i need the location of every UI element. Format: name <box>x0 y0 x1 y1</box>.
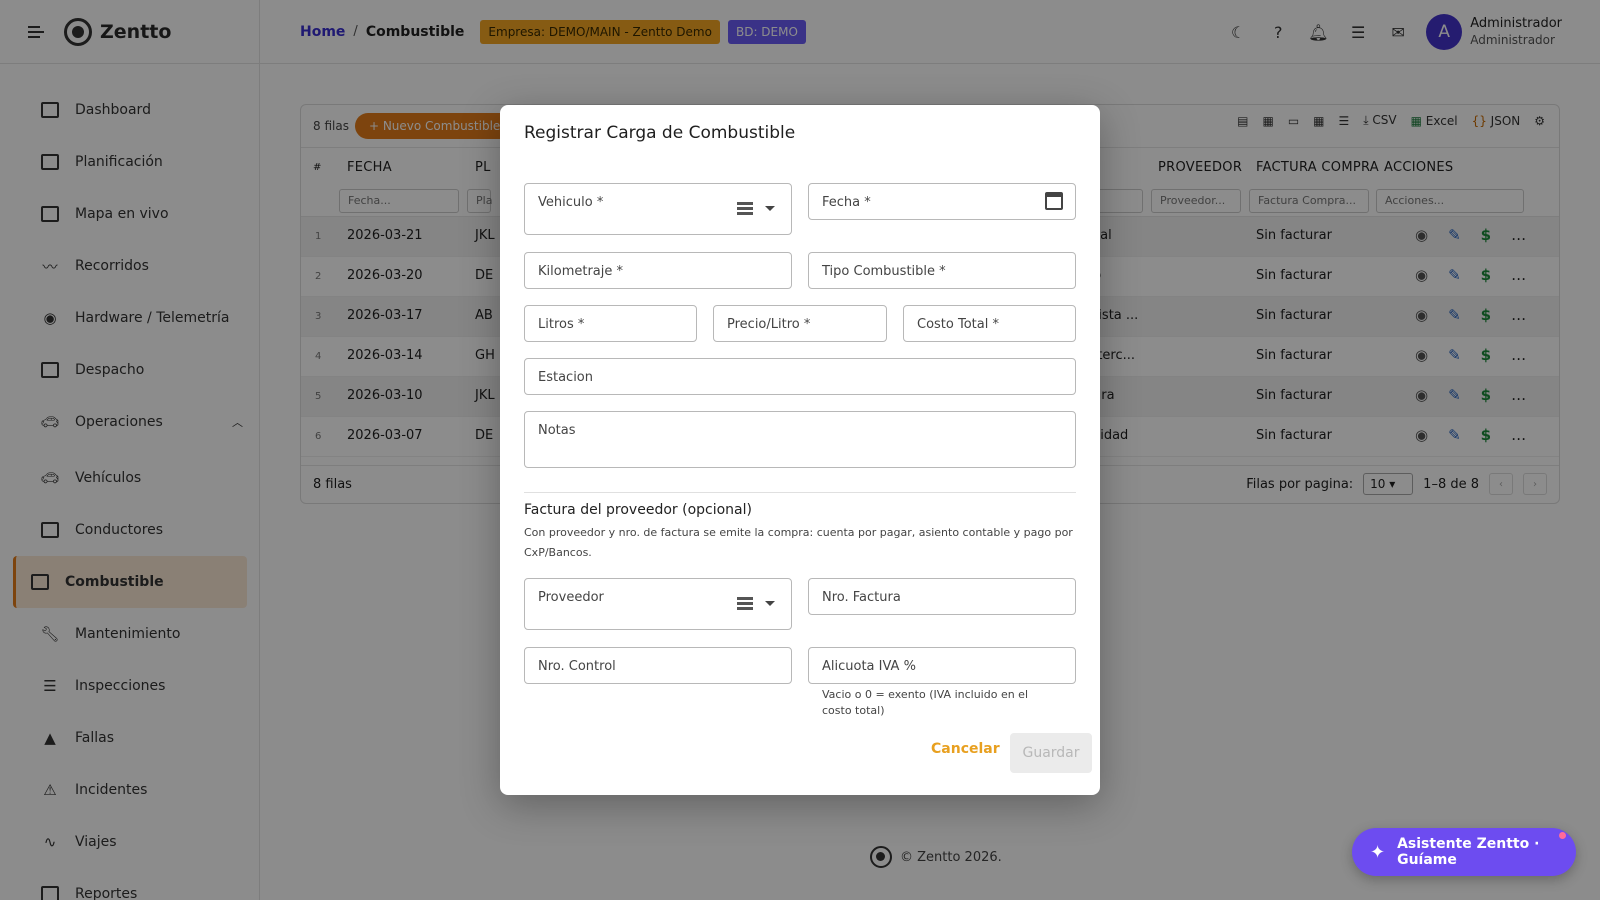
costo-total-field[interactable]: Costo Total * <box>903 305 1076 342</box>
notification-dot <box>1559 832 1566 839</box>
invoice-section-description: Con proveedor y nro. de factura se emite… <box>524 526 1073 559</box>
costo-total-label: Costo Total * <box>917 317 999 332</box>
list-icon[interactable] <box>737 202 753 215</box>
alicuota-iva-field[interactable]: Alicuota IVA % <box>808 647 1076 684</box>
precio-litro-field[interactable]: Precio/Litro * <box>713 305 887 342</box>
precio-litro-label: Precio/Litro * <box>727 317 811 332</box>
kilometraje-label: Kilometraje * <box>538 264 624 279</box>
calendar-icon[interactable] <box>1045 192 1063 210</box>
alicuota-helper-text: Vacio o 0 = exento (IVA incluido en el c… <box>822 688 1029 717</box>
nro-control-label: Nro. Control <box>538 659 616 674</box>
fecha-label: Fecha * <box>822 195 871 210</box>
section-divider <box>524 492 1076 493</box>
proveedor-controls <box>737 597 775 610</box>
caret-down-icon[interactable] <box>765 600 775 606</box>
vehiculo-label: Vehiculo * <box>538 195 604 210</box>
list-icon[interactable] <box>737 597 753 610</box>
estacion-label: Estacion <box>538 370 594 385</box>
cancel-button[interactable]: Cancelar <box>931 741 1000 757</box>
invoice-section-title: Factura del proveedor (opcional) <box>524 502 752 518</box>
litros-label: Litros * <box>538 317 585 332</box>
vehiculo-controls <box>737 202 775 215</box>
nro-factura-field[interactable]: Nro. Factura <box>808 578 1076 615</box>
fecha-field[interactable]: Fecha * <box>808 183 1076 220</box>
tipo-combustible-field[interactable]: Tipo Combustible * <box>808 252 1076 289</box>
dialog-title: Registrar Carga de Combustible <box>524 123 796 143</box>
assistant-button[interactable]: ✦ Asistente Zentto · Guíame <box>1352 828 1576 876</box>
fuel-load-dialog: Registrar Carga de Combustible Vehiculo … <box>500 105 1100 795</box>
notas-label: Notas <box>538 423 576 438</box>
caret-down-icon[interactable] <box>765 205 775 211</box>
sparkle-icon: ✦ <box>1370 841 1386 863</box>
nro-control-field[interactable]: Nro. Control <box>524 647 792 684</box>
save-button[interactable]: Guardar <box>1010 733 1092 773</box>
notas-field[interactable]: Notas <box>524 411 1076 468</box>
proveedor-label: Proveedor <box>538 590 604 605</box>
assistant-label: Asistente Zentto · Guíame <box>1397 836 1540 868</box>
proveedor-select[interactable]: Proveedor <box>524 578 792 630</box>
kilometraje-field[interactable]: Kilometraje * <box>524 252 792 289</box>
litros-field[interactable]: Litros * <box>524 305 697 342</box>
estacion-field[interactable]: Estacion <box>524 358 1076 395</box>
vehiculo-select[interactable]: Vehiculo * <box>524 183 792 235</box>
nro-factura-label: Nro. Factura <box>822 590 901 605</box>
alicuota-iva-label: Alicuota IVA % <box>822 659 916 674</box>
tipo-combustible-label: Tipo Combustible * <box>822 264 946 279</box>
